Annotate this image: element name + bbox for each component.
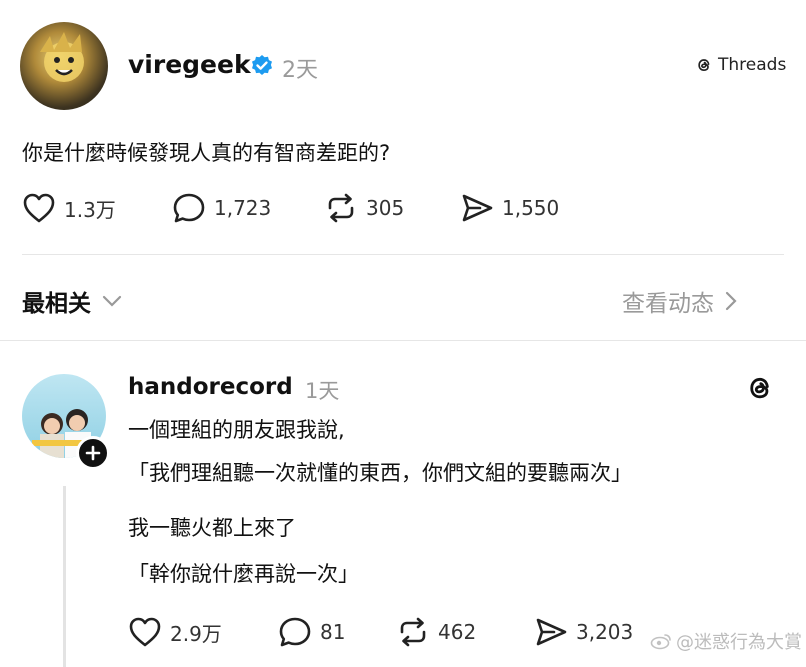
post-time: 2天 bbox=[282, 58, 318, 83]
repost-button[interactable]: 462 bbox=[396, 616, 476, 648]
reply-reposts: 462 bbox=[438, 620, 477, 644]
avatar-viregeek[interactable] bbox=[20, 22, 108, 110]
chevron-right-icon bbox=[725, 291, 737, 311]
threads-brand[interactable]: Threads bbox=[694, 55, 786, 75]
threads-brand-label: Threads bbox=[718, 55, 787, 75]
repost-icon bbox=[400, 617, 426, 647]
heart-icon bbox=[129, 617, 161, 647]
avatar-art-icon bbox=[40, 32, 84, 82]
reply-username[interactable]: handorecord bbox=[128, 374, 293, 400]
share-button[interactable]: 1,550 bbox=[460, 192, 559, 224]
weibo-logo-icon bbox=[650, 634, 671, 650]
reply-time: 1天 bbox=[305, 379, 340, 403]
send-icon bbox=[462, 194, 493, 222]
post-replies: 1,723 bbox=[214, 196, 272, 220]
reply-line: 「我們理組聽一次就懂的東西，你們文組的要聽兩次」 bbox=[128, 461, 632, 485]
sort-dropdown[interactable]: 最相关 bbox=[22, 284, 123, 318]
repost-icon bbox=[328, 193, 354, 223]
reply-likes: 2.9万 bbox=[170, 621, 222, 646]
reply-line: 一個理組的朋友跟我說, bbox=[128, 418, 345, 442]
threads-logo-icon[interactable] bbox=[744, 372, 776, 408]
reply-shares: 3,203 bbox=[576, 620, 634, 644]
watermark: @迷惑行為大賞 bbox=[650, 628, 802, 654]
watermark-text: @迷惑行為大賞 bbox=[676, 632, 802, 653]
reply-replies: 81 bbox=[320, 620, 346, 644]
post-username[interactable]: viregeek bbox=[128, 50, 251, 79]
divider bbox=[22, 254, 784, 255]
reply-line: 我一聽火都上來了 bbox=[128, 516, 296, 540]
post-shares: 1,550 bbox=[502, 196, 560, 220]
view-activity-link[interactable]: 查看动态 bbox=[622, 284, 738, 318]
comment-icon bbox=[173, 193, 205, 223]
follow-button[interactable] bbox=[76, 436, 110, 470]
view-activity-label: 查看动态 bbox=[622, 291, 714, 317]
threads-logo-icon bbox=[698, 59, 710, 72]
post-reposts: 305 bbox=[366, 196, 405, 220]
reply-line: 「幹你說什麼再說一次」 bbox=[128, 562, 359, 586]
send-icon bbox=[536, 618, 567, 646]
repost-button[interactable]: 305 bbox=[324, 192, 404, 224]
divider bbox=[0, 340, 806, 341]
plus-icon bbox=[85, 445, 101, 461]
verified-badge-icon bbox=[250, 54, 274, 82]
thread-line bbox=[63, 486, 66, 667]
like-button[interactable]: 2.9万 bbox=[128, 616, 222, 648]
heart-icon bbox=[23, 193, 55, 223]
reply-button[interactable]: 81 bbox=[278, 616, 345, 648]
comment-icon bbox=[279, 617, 311, 647]
reply-button[interactable]: 1,723 bbox=[172, 192, 271, 224]
like-button[interactable]: 1.3万 bbox=[22, 192, 116, 224]
post-likes: 1.3万 bbox=[64, 197, 116, 222]
share-button[interactable]: 3,203 bbox=[534, 616, 633, 648]
post-text: 你是什麼時候發現人真的有智商差距的? bbox=[22, 141, 391, 165]
sort-label: 最相关 bbox=[22, 291, 91, 317]
chevron-down-icon bbox=[102, 295, 122, 307]
